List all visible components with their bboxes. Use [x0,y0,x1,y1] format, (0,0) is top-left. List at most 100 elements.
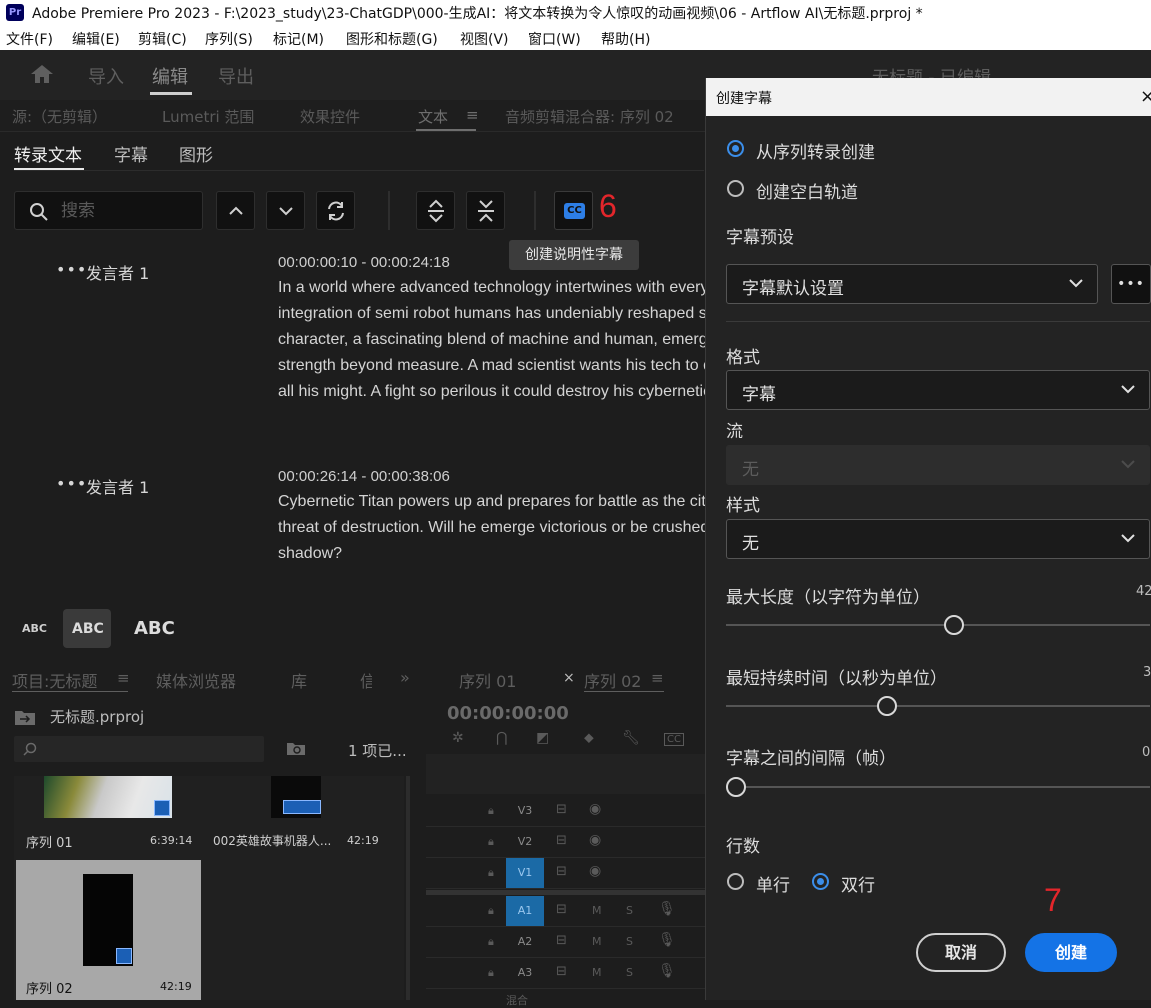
transcript-line[interactable]: strength beyond measure. A mad scientist… [278,357,705,375]
list-item-selected[interactable]: 序列 02 42:19 [16,860,201,1000]
tab-info[interactable]: 信 [360,668,372,692]
transcript-line[interactable]: integration of semi robot humans has und… [278,305,705,323]
max-length-value[interactable]: 42 [1136,584,1151,599]
solo-toggle[interactable]: S [626,935,633,948]
captions-icon[interactable]: CC [664,733,684,746]
solo-toggle[interactable]: S [626,966,633,979]
caption-preset-select[interactable]: 字幕默认设置 [726,264,1098,304]
transcript-line[interactable]: In a world where advanced technology int… [278,279,705,297]
subtab-graphics[interactable]: 图形 [179,141,213,166]
project-search-box[interactable] [14,736,264,762]
radio-blank-track[interactable] [727,180,744,197]
menu-file[interactable]: 文件(F) [6,29,53,49]
transcript-line[interactable]: Cybernetic Titan powers up and prepares … [278,493,705,511]
tab-audio-mixer[interactable]: 音频剪辑混合器: 序列 02 [505,106,674,127]
list-item[interactable]: 序列 01 6:39:14 [14,776,204,858]
vertical-scrollbar[interactable] [406,776,410,1000]
microphone-icon[interactable]: 🎙︎ [658,963,676,979]
track-label[interactable]: A1 [506,896,544,926]
min-duration-slider[interactable] [726,696,1150,716]
lock-icon[interactable]: 🔒︎ [488,966,494,980]
radio-single-line-label[interactable]: 单行 [756,871,790,896]
slider-knob[interactable] [944,615,964,635]
home-icon[interactable] [30,64,54,88]
track-label[interactable]: V2 [506,827,544,857]
radio-single-line[interactable] [727,873,744,890]
mute-toggle[interactable]: M [592,935,602,948]
transcript-line[interactable]: all his might. A fight so perilous it co… [278,383,705,401]
tab-source[interactable]: 源:（无剪辑） [12,106,107,127]
solo-toggle[interactable]: S [626,904,633,917]
track-label[interactable]: V1 [506,858,544,888]
speaker-menu-icon[interactable]: ••• [56,260,87,279]
tab-text[interactable]: 文本 [418,106,448,127]
mute-toggle[interactable]: M [592,966,602,979]
tab-project[interactable]: 项目:无标题 [12,668,97,692]
marker-icon[interactable]: ⬥ [584,730,594,746]
lock-icon[interactable]: 🔒︎ [488,935,494,949]
style-select[interactable]: 无 [726,519,1150,559]
find-bin-icon[interactable] [286,740,306,756]
cancel-button[interactable]: 取消 [916,933,1006,972]
menu-marker[interactable]: 标记(M) [273,29,324,49]
menu-window[interactable]: 窗口(W) [528,29,581,49]
close-tab-icon[interactable]: × [563,670,575,686]
track-divider[interactable] [426,890,706,895]
transcript-line[interactable]: shadow? [278,545,705,563]
snap-icon[interactable]: ✲ [452,730,464,746]
sync-icon[interactable]: ⊟ [556,902,567,917]
expand-button[interactable] [416,191,455,230]
search-input[interactable] [61,199,191,223]
menu-clip[interactable]: 剪辑(C) [138,29,187,49]
menu-graphics[interactable]: 图形和标题(G) [346,29,438,49]
next-result-button[interactable] [266,191,305,230]
menu-edit[interactable]: 编辑(E) [72,29,120,49]
radio-blank-track-label[interactable]: 创建空白轨道 [756,178,858,203]
sync-icon[interactable]: ⊟ [556,933,567,948]
format-select[interactable]: 字幕 [726,370,1150,410]
subtab-captions[interactable]: 字幕 [114,141,148,166]
radio-double-line[interactable] [812,873,829,890]
text-size-large-button[interactable]: ABC [134,618,175,639]
sync-icon[interactable]: ⊟ [556,864,567,879]
more-panels-icon[interactable]: » [400,668,410,687]
ruler-area[interactable] [426,754,706,794]
wrench-icon[interactable]: 🔧︎ [622,730,640,746]
create-captions-button[interactable]: CC [554,191,593,230]
subtab-transcript[interactable]: 转录文本 [14,141,82,166]
eye-icon[interactable]: ◉ [589,863,601,879]
menu-view[interactable]: 视图(V) [460,29,509,49]
eye-icon[interactable]: ◉ [589,801,601,817]
text-size-small-button[interactable]: ABC [22,622,47,635]
workspace-tab-edit[interactable]: 编辑 [152,63,188,89]
tab-library[interactable]: 库 [291,668,307,692]
radio-double-line-label[interactable]: 双行 [841,871,875,896]
tab-media-browser[interactable]: 媒体浏览器 [156,668,236,692]
sync-icon[interactable]: ⊟ [556,964,567,979]
min-duration-value[interactable]: 3 [1143,665,1151,680]
preset-more-button[interactable]: ••• [1111,264,1151,304]
slider-knob[interactable] [726,777,746,797]
sync-icon[interactable]: ⊟ [556,802,567,817]
prev-result-button[interactable] [216,191,255,230]
create-button[interactable]: 创建 [1025,933,1117,972]
refresh-button[interactable] [316,191,355,230]
tab-sequence-01[interactable]: 序列 01 [459,668,516,692]
mute-toggle[interactable]: M [592,904,602,917]
transcript-line[interactable]: character, a fascinating blend of machin… [278,331,705,349]
tab-lumetri[interactable]: Lumetri 范围 [162,106,254,127]
list-item[interactable]: 002英雄故事机器人... 42:19 [209,776,404,858]
timecode[interactable]: 00:00:00:00 [447,703,569,724]
magnet-icon[interactable]: ⋂ [496,730,507,746]
microphone-icon[interactable]: 🎙︎ [658,932,676,948]
slider-knob[interactable] [877,696,897,716]
menu-sequence[interactable]: 序列(S) [205,29,253,49]
speaker-menu-icon[interactable]: ••• [56,474,87,493]
radio-from-transcript-label[interactable]: 从序列转录创建 [756,138,875,163]
track-label[interactable]: V3 [506,796,544,826]
max-length-slider[interactable] [726,615,1150,635]
project-tab-menu-icon[interactable]: ≡ [117,669,130,687]
linked-selection-icon[interactable]: ◩ [536,730,549,746]
lock-icon[interactable]: 🔒︎ [488,904,494,918]
track-label[interactable]: A2 [506,927,544,957]
